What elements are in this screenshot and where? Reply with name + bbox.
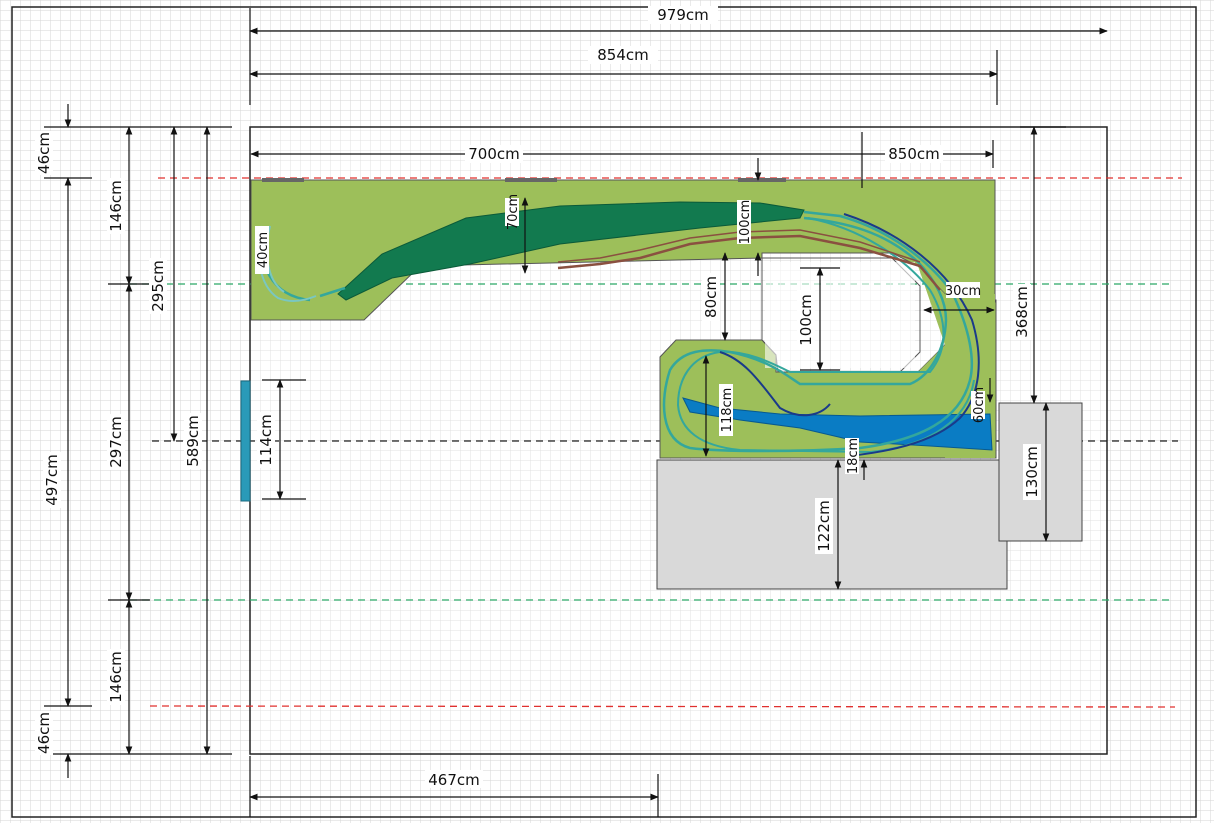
label-inner-30: 30cm — [945, 284, 981, 299]
label-inner-18: 18cm — [846, 438, 861, 474]
label-368: 368cm — [1013, 286, 1031, 338]
label-497: 497cm — [43, 454, 61, 506]
label-inner-40: 40cm — [256, 232, 271, 268]
top-marker-3 — [738, 178, 786, 182]
label-467: 467cm — [428, 771, 480, 789]
label-854: 854cm — [597, 46, 649, 64]
label-inner-118: 118cm — [720, 388, 735, 433]
top-marker-2 — [505, 178, 557, 182]
label-130: 130cm — [1023, 446, 1041, 498]
baseboard-hole-fill — [765, 262, 915, 368]
door — [240, 380, 251, 502]
label-589: 589cm — [184, 415, 202, 467]
label-inner-60: 100cm — [738, 200, 753, 245]
label-46-top: 46cm — [35, 132, 53, 174]
label-122: 122cm — [815, 500, 833, 552]
label-979: 979cm — [657, 6, 709, 24]
label-46-bottom: 46cm — [35, 712, 53, 754]
label-114: 114cm — [257, 414, 275, 466]
label-100: 100cm — [797, 294, 815, 346]
layout-plan: 979cm 854cm 700cm 850cm 467cm 46cm 146cm… — [0, 0, 1214, 823]
label-inner-60b: 60cm — [972, 387, 987, 423]
top-marker-1 — [262, 178, 304, 182]
label-inner-70: 70cm — [506, 194, 521, 230]
label-146-top: 146cm — [107, 180, 125, 232]
label-80: 80cm — [702, 276, 720, 318]
label-850: 850cm — [888, 145, 940, 163]
label-297: 297cm — [107, 416, 125, 468]
label-295: 295cm — [149, 260, 167, 312]
label-700: 700cm — [468, 145, 520, 163]
label-146-bottom: 146cm — [107, 651, 125, 703]
